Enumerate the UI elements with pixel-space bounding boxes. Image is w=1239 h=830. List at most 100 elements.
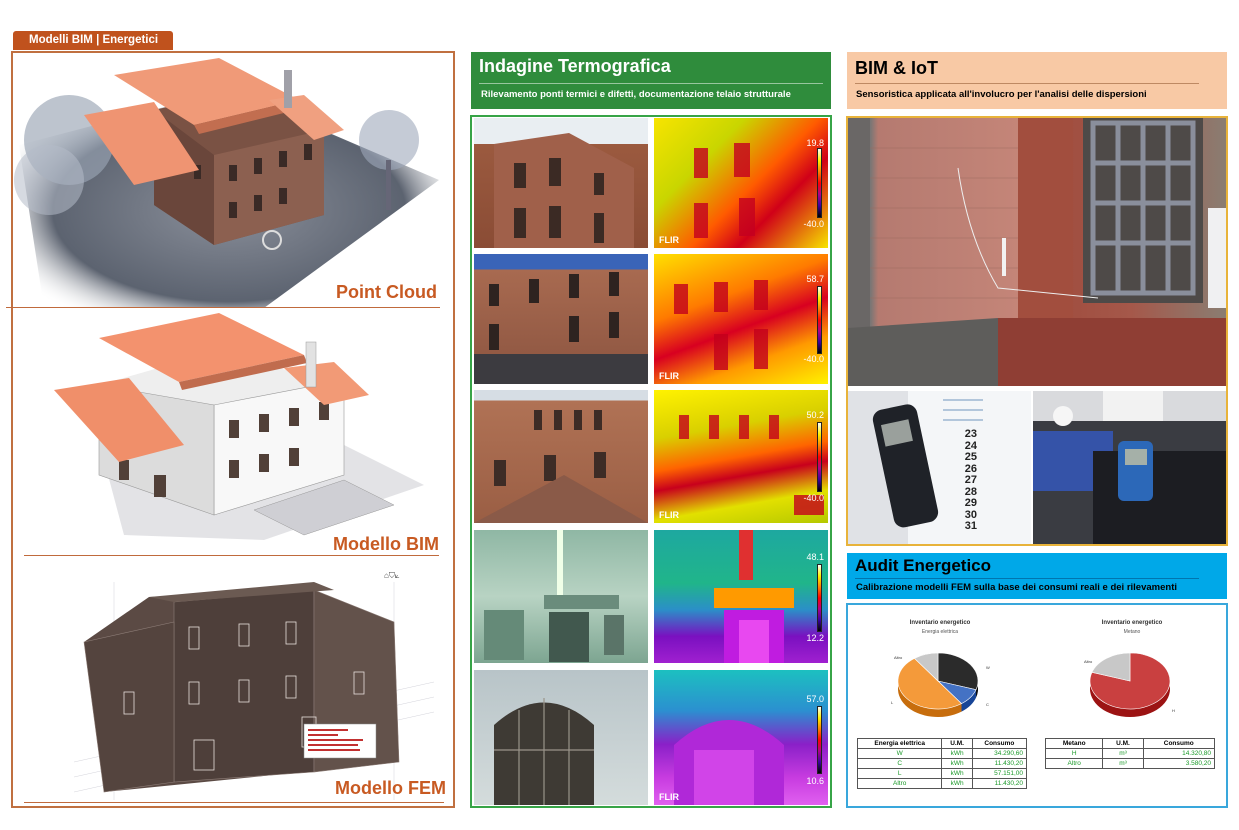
- cell: H: [1044, 748, 1104, 759]
- thermal-image-3: 50.2 -40.0 FLIR: [654, 390, 828, 523]
- pie2-subtitle: Metano: [1123, 629, 1141, 635]
- cell: C: [856, 758, 943, 769]
- fem-toolbar: ⌂⛉⟀: [384, 571, 414, 581]
- calendar-day: 27: [964, 474, 977, 486]
- table-row: CkWh 11.430,20: [856, 758, 1028, 769]
- header-divider: [479, 83, 823, 84]
- thermal-max: 48.1: [806, 552, 824, 562]
- thermal-image-1: 19.8 -40.0 FLIR: [654, 118, 828, 248]
- thermal-scale: [817, 706, 822, 774]
- thermal-min: 12.2: [806, 633, 824, 643]
- pie1-label-altro: Altro: [894, 655, 903, 660]
- visible-photo-1: [474, 118, 648, 248]
- fem-model-label: Modello FEM: [335, 778, 446, 798]
- pie2-title: Inventario energetico: [1101, 620, 1163, 626]
- thermography-title: Indagine Termografica: [479, 56, 671, 76]
- cell: kWh: [941, 768, 973, 779]
- bim-iot-subtitle: Sensoristica applicata all'involucro per…: [856, 89, 1147, 100]
- thermal-max: 57.0: [806, 694, 824, 704]
- separator: [24, 555, 439, 556]
- bim-model-label: Modello BIM: [333, 534, 439, 554]
- pie1-title: Inventario energetico: [909, 620, 971, 626]
- col-header: Metano: [1044, 738, 1104, 749]
- calendar-day: 31: [964, 520, 977, 532]
- cell: 11.430,20: [971, 778, 1028, 789]
- cell: 14.320,80: [1142, 748, 1216, 759]
- table-row: WkWh 34.290,60: [856, 748, 1028, 759]
- cell: m³: [1102, 748, 1144, 759]
- gas-consumption-table: Metano U.M. Consumo Hm³ 14.320,80 Altro m³…: [1044, 738, 1216, 769]
- table-row: Hm³ 14.320,80: [1044, 748, 1216, 759]
- thermal-min: -40.0: [803, 493, 824, 503]
- cell: Altro: [1044, 758, 1104, 769]
- flir-logo: FLIR: [659, 510, 679, 520]
- thermal-min: 10.6: [806, 776, 824, 786]
- cell: 34.290,60: [971, 748, 1028, 759]
- pie1-subtitle: Energia elettrica: [921, 629, 959, 635]
- cell: 57.151,00: [971, 768, 1028, 779]
- header-divider: [855, 578, 1199, 579]
- electric-consumption-table: Energia elettrica U.M. Consumo WkWh 34.29…: [856, 738, 1028, 789]
- cell: kWh: [941, 758, 973, 769]
- cell: 3.580,20: [1142, 758, 1216, 769]
- pie-chart-gas: [1089, 652, 1171, 717]
- audit-header: Audit Energetico Calibrazione modelli FE…: [847, 553, 1227, 599]
- pie-chart-electric: [897, 652, 979, 717]
- calendar-day: 29: [964, 497, 977, 509]
- table-row: Altro m³ 3.580,20: [1044, 758, 1216, 769]
- bim-iot-header: BIM & IoT Sensoristica applicata all'inv…: [847, 52, 1227, 109]
- lux-meter-photo: [1033, 391, 1226, 544]
- visible-photo-5: [474, 670, 648, 805]
- thermal-max: 58.7: [806, 274, 824, 284]
- thermography-subtitle: Rilevamento ponti termici e difetti, doc…: [481, 89, 791, 100]
- point-cloud-image: [14, 30, 439, 308]
- separator: [24, 802, 444, 803]
- cell: 11.430,20: [971, 758, 1028, 769]
- bim-iot-title: BIM & IoT: [855, 58, 938, 78]
- audit-subtitle: Calibrazione modelli FEM sulla base dei …: [856, 582, 1177, 593]
- cell: W: [856, 748, 943, 759]
- flir-logo: FLIR: [659, 371, 679, 381]
- calendar-day: 23: [964, 428, 977, 440]
- cell: Altro: [856, 778, 943, 789]
- cell: m³: [1102, 758, 1144, 769]
- thermal-scale: [817, 148, 822, 218]
- cell: L: [856, 768, 943, 779]
- visible-photo-2: [474, 254, 648, 384]
- col-header: U.M.: [1102, 738, 1144, 749]
- table-row: LkWh 57.151,00: [856, 768, 1028, 779]
- thermal-max: 50.2: [806, 410, 824, 420]
- thermal-scale: [817, 422, 822, 492]
- thermal-min: -40.0: [803, 219, 824, 229]
- thermo-hygrometer-photo: 23 24 25 26 27 28 29 30 31: [848, 391, 1031, 544]
- thermal-image-2: 58.7 -40.0 FLIR: [654, 254, 828, 384]
- col-header: Consumo: [1142, 738, 1216, 749]
- audit-title: Audit Energetico: [855, 556, 992, 575]
- cell: kWh: [941, 778, 973, 789]
- pie1-label-l: L: [891, 700, 894, 705]
- col-header: Energia elettrica: [856, 738, 943, 749]
- flir-logo: FLIR: [659, 792, 679, 802]
- col-header: Consumo: [971, 738, 1028, 749]
- pie2-label-altro: Altro: [1084, 659, 1093, 664]
- sensor-wall-photo: [848, 118, 1226, 386]
- col-header: U.M.: [941, 738, 973, 749]
- thermal-image-5: 57.0 10.6 FLIR: [654, 670, 828, 805]
- point-cloud-label: Point Cloud: [336, 282, 437, 302]
- fem-model-image: [14, 562, 439, 800]
- visible-photo-3: [474, 390, 648, 523]
- table-row: Altro kWh 11.430,20: [856, 778, 1028, 789]
- visible-photo-4: [474, 530, 648, 663]
- pie1-label-c: C: [986, 702, 989, 707]
- header-divider: [855, 83, 1199, 84]
- separator: [6, 307, 440, 308]
- calendar-column: 23 24 25 26 27 28 29 30 31: [955, 428, 977, 533]
- pie2-label-h: H: [1172, 708, 1175, 713]
- calendar-day: 25: [964, 451, 977, 463]
- thermal-min: -40.0: [803, 354, 824, 364]
- thermal-image-4: 48.1 12.2: [654, 530, 828, 663]
- pie1-label-w: W: [986, 665, 990, 670]
- flir-logo: FLIR: [659, 235, 679, 245]
- thermal-scale: [817, 564, 822, 632]
- axis-icon[interactable]: ⟀: [395, 571, 400, 580]
